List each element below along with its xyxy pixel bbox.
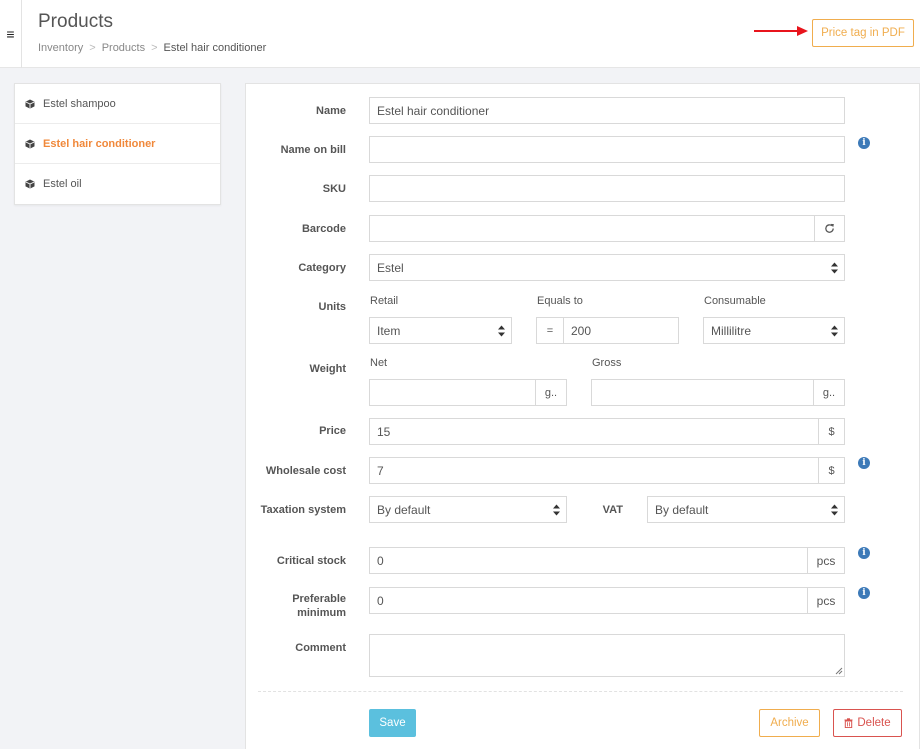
select-arrows-icon bbox=[831, 325, 838, 337]
consumable-unit-select[interactable]: Millilitre bbox=[703, 317, 845, 344]
retail-unit-select[interactable]: Item bbox=[369, 317, 512, 344]
red-arrow-annotation bbox=[754, 26, 808, 36]
info-icon[interactable]: i bbox=[858, 587, 870, 599]
delete-button[interactable]: Delete bbox=[833, 709, 902, 737]
breadcrumb-separator: > bbox=[151, 42, 158, 54]
select-arrows-icon bbox=[831, 504, 838, 516]
equals-to-input[interactable]: 200 bbox=[563, 317, 679, 344]
weight-label: Weight bbox=[309, 363, 346, 375]
category-select-value: Estel bbox=[377, 260, 404, 275]
gross-weight-unit-select[interactable]: g.. bbox=[813, 379, 845, 406]
breadcrumb: Inventory > Products > Estel hair conditione… bbox=[38, 42, 266, 54]
product-form: Name Estel hair conditioner Name on bill… bbox=[245, 83, 920, 749]
comment-label: Comment bbox=[295, 642, 346, 654]
breadcrumb-products[interactable]: Products bbox=[102, 42, 145, 54]
price-input[interactable]: 15 bbox=[369, 418, 819, 445]
vat-label: VAT bbox=[602, 504, 623, 516]
comment-textarea[interactable] bbox=[369, 634, 845, 677]
net-label: Net bbox=[370, 357, 388, 369]
breadcrumb-inventory[interactable]: Inventory bbox=[38, 42, 83, 54]
menu-icon[interactable]: ≡ bbox=[0, 0, 22, 68]
refresh-barcode-button[interactable] bbox=[814, 215, 845, 242]
name-label: Name bbox=[316, 105, 346, 117]
archive-button[interactable]: Archive bbox=[759, 709, 820, 737]
consumable-unit-value: Millilitre bbox=[711, 323, 751, 338]
trash-icon bbox=[844, 718, 853, 728]
name-on-bill-input[interactable] bbox=[369, 136, 845, 163]
preferable-minimum-unit-addon: pcs bbox=[807, 587, 845, 614]
breadcrumb-separator: > bbox=[89, 42, 96, 54]
preferable-minimum-label-line2: minimum bbox=[297, 607, 346, 619]
info-icon[interactable]: i bbox=[858, 457, 870, 469]
product-list-item-label: Estel shampoo bbox=[43, 97, 116, 110]
price-tag-pdf-button[interactable]: Price tag in PDF bbox=[812, 19, 914, 47]
vat-select-value: By default bbox=[655, 502, 709, 517]
select-arrows-icon bbox=[831, 262, 838, 274]
taxation-label: Taxation system bbox=[260, 504, 346, 516]
sku-label: SKU bbox=[322, 183, 346, 195]
retail-unit-value: Item bbox=[377, 323, 401, 338]
select-arrows-icon bbox=[498, 325, 505, 337]
form-divider bbox=[258, 691, 903, 692]
net-weight-unit-select[interactable]: g.. bbox=[535, 379, 567, 406]
product-list: Estel shampoo Estel hair conditioner Est… bbox=[14, 83, 221, 205]
taxation-select-value: By default bbox=[377, 502, 431, 517]
retail-label: Retail bbox=[370, 295, 399, 307]
product-list-item[interactable]: Estel oil bbox=[15, 164, 220, 204]
net-weight-input[interactable] bbox=[369, 379, 536, 406]
equals-addon: = bbox=[536, 317, 564, 344]
page-title: Products bbox=[38, 11, 113, 32]
category-select[interactable]: Estel bbox=[369, 254, 845, 281]
consumable-label: Consumable bbox=[704, 295, 766, 307]
preferable-minimum-label: Preferable minimum bbox=[246, 592, 346, 620]
sku-input[interactable] bbox=[369, 175, 845, 202]
units-label: Units bbox=[318, 301, 347, 313]
wholesale-currency-addon: $ bbox=[818, 457, 845, 484]
price-label: Price bbox=[319, 425, 346, 437]
name-on-bill-label: Name on bill bbox=[280, 144, 346, 156]
barcode-label: Barcode bbox=[301, 223, 346, 235]
resize-handle-icon[interactable] bbox=[835, 667, 843, 675]
product-list-item-label: Estel oil bbox=[43, 178, 82, 190]
product-list-item-label: Estel hair conditioner bbox=[43, 137, 156, 150]
cube-icon bbox=[25, 99, 35, 109]
info-icon[interactable]: i bbox=[858, 547, 870, 559]
equals-to-label: Equals to bbox=[537, 295, 583, 307]
product-list-item-active[interactable]: Estel hair conditioner bbox=[15, 124, 220, 164]
gross-weight-input[interactable] bbox=[591, 379, 814, 406]
page-header: ≡ Products Inventory > Products > Estel hair… bbox=[0, 0, 920, 68]
preferable-minimum-label-line1: Preferable bbox=[292, 593, 346, 605]
cube-icon bbox=[25, 139, 35, 149]
cube-icon bbox=[25, 179, 35, 189]
critical-stock-unit-addon: pcs bbox=[807, 547, 845, 574]
name-input[interactable]: Estel hair conditioner bbox=[369, 97, 845, 124]
price-currency-addon: $ bbox=[818, 418, 845, 445]
gross-label: Gross bbox=[592, 357, 622, 369]
refresh-icon bbox=[825, 223, 834, 233]
breadcrumb-current: Estel hair conditioner bbox=[163, 42, 267, 54]
delete-button-label: Delete bbox=[857, 717, 891, 729]
preferable-minimum-input[interactable]: 0 bbox=[369, 587, 808, 614]
wholesale-cost-label: Wholesale cost bbox=[265, 465, 346, 477]
barcode-input[interactable] bbox=[369, 215, 815, 242]
critical-stock-label: Critical stock bbox=[276, 555, 346, 567]
save-button[interactable]: Save bbox=[369, 709, 416, 737]
category-label: Category bbox=[298, 262, 346, 274]
wholesale-cost-input[interactable]: 7 bbox=[369, 457, 819, 484]
product-list-item[interactable]: Estel shampoo bbox=[15, 84, 220, 124]
critical-stock-input[interactable]: 0 bbox=[369, 547, 808, 574]
info-icon[interactable]: i bbox=[858, 137, 870, 149]
vat-select[interactable]: By default bbox=[647, 496, 845, 523]
